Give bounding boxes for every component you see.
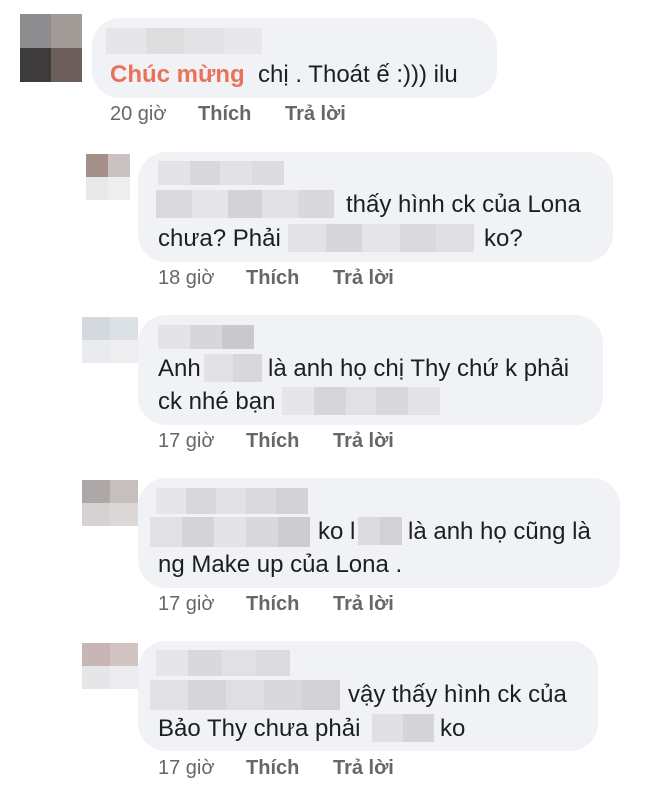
redacted-username [158,161,284,185]
avatar[interactable] [82,480,138,526]
like-button[interactable]: Thích [246,267,299,290]
redacted-text [150,680,340,710]
comment-text-line-1: vậy thấy hình ck của [348,681,567,708]
timestamp[interactable]: 20 giờ [110,103,166,126]
timestamp[interactable]: 17 giờ [158,430,214,453]
redacted-username [156,650,290,676]
comment-text-line-1: thấy hình ck của Lona [346,191,581,218]
comment-text-end: ko? [484,225,523,252]
comment-meta: 17 giờ Thích Trả lời [158,430,394,453]
redacted-username [158,325,254,349]
reply-button[interactable]: Trả lời [285,103,346,126]
redacted-text [288,224,474,252]
avatar[interactable] [82,317,138,363]
timestamp[interactable]: 17 giờ [158,757,214,780]
redacted-username [156,488,308,514]
comment-text-line-2: chưa? Phải [158,225,281,252]
comment-text-line-2: Bảo Thy chưa phải [158,715,361,742]
redacted-text [372,714,434,742]
redacted-username [106,28,262,54]
comment-text-end: ko [440,715,466,742]
redacted-text [150,517,310,547]
comment-meta: 17 giờ Thích Trả lời [158,757,394,780]
reply-button[interactable]: Trả lời [333,593,394,616]
timestamp[interactable]: 17 giờ [158,593,214,616]
redacted-text [282,387,440,415]
like-button[interactable]: Thích [246,593,299,616]
timestamp[interactable]: 18 giờ [158,267,214,290]
avatar[interactable] [20,14,82,82]
avatar[interactable] [82,643,138,689]
comment-text-line-1: là anh họ cũng là [408,518,591,545]
congrats-text: Chúc mừng [110,61,245,88]
redacted-text [358,517,402,545]
reply-button[interactable]: Trả lời [333,430,394,453]
comment-text-line-1-start: Anh [158,355,201,382]
redacted-text [156,190,334,218]
comment-text-rest: chị . Thoát ế :))) ilu [244,61,458,88]
reply-button[interactable]: Trả lời [333,267,394,290]
comment-meta: 18 giờ Thích Trả lời [158,267,394,290]
comment-text-line-2: ng Make up của Lona . [158,551,403,578]
comment-text-line-1-mid: ko l [318,518,356,545]
like-button[interactable]: Thích [246,757,299,780]
like-button[interactable]: Thích [198,103,251,126]
comment-text: Chúc mừng chị . Thoát ế :))) ilu [110,60,458,90]
comment-text-line-1: là anh họ chị Thy chứ k phải [268,355,570,382]
like-button[interactable]: Thích [246,430,299,453]
avatar[interactable] [86,154,130,200]
comment-text-line-2: ck nhé bạn [158,388,276,415]
reply-button[interactable]: Trả lời [333,757,394,780]
redacted-text [204,354,262,382]
comment-meta: 17 giờ Thích Trả lời [158,593,394,616]
comment-meta: 20 giờ Thích Trả lời [110,103,346,126]
